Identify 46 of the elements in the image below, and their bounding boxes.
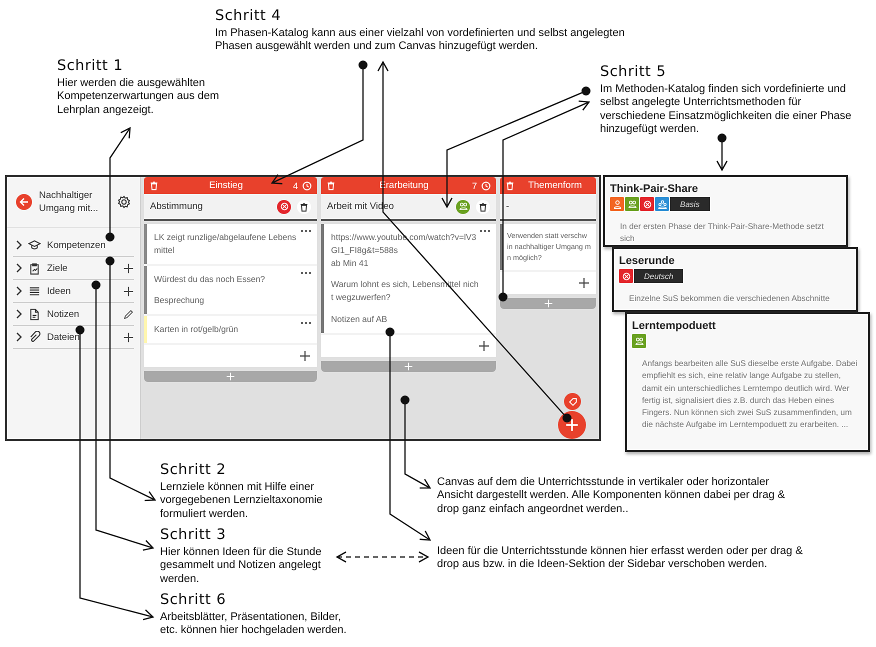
sidebar-item[interactable]: Notizen (13, 303, 134, 326)
idea-card[interactable]: Würdest du das noch Essen? Besprechung (144, 266, 317, 316)
method-card[interactable]: Leserunde Deutsch Einzelne SuS bekommen die verschiedenen Abschnitte (612, 247, 858, 312)
step-heading: Schritt 4 (215, 8, 282, 24)
method-name: Leserunde (619, 255, 676, 267)
method-title: Abstimmung (150, 201, 204, 212)
phase-title: Themenform (527, 180, 583, 191)
step-heading: Schritt 5 (600, 64, 668, 80)
idea-text: LK zeigt runzlige/abgelaufene Lebensmittel (154, 231, 298, 256)
step-heading: Schritt 3 (160, 527, 228, 543)
subject-tag: Deutsch (634, 269, 684, 283)
step-heading: Schritt 6 (160, 592, 228, 608)
method-name: Lerntempoduett (632, 320, 717, 332)
step-description: Canvas auf dem die Unterrichtsstunde in vertikaler oder horizontaler Ansicht dargestellt werden. Alle Komponenten können dabei per drag & drop ganz einfach angeordnet werden.. (437, 476, 786, 516)
method-description: Anfangs bearbeiten alle SuS dieselbe erste Aufgabe. Dabei empfiehlt es sich, eine relativ lange Aufgabe zu stellen, damit ein unterschiedliches Lerntempo deutlich wird. Wer fertig ist, signalisiert dies z.B. durch das Heben eines Fingers. Nun können sich zwei SuS zusammenfinden, um die nächste Aufgabe im Lerntempoduett zu erarbeiten. ... (642, 358, 858, 432)
method-description: In der ersten Phase der Think-Pair-Share-Methode setzt sich (620, 221, 825, 245)
method-description: Einzelne SuS bekommen die verschiedenen Abschnitte (629, 293, 831, 305)
step-description: Lernziele können mit Hilfe einer vorgegebenen Lernzieltaxonomie formuliert werden. (160, 481, 324, 522)
method-card[interactable]: Think-Pair-Share Basis In der ersten Phase der Think-Pair-Share-Methode setzt sich (603, 175, 848, 247)
duration-count: 4 (292, 180, 298, 190)
sidebar-label: Kompetenzen (47, 240, 107, 250)
idea-card[interactable]: LK zeigt runzlige/abgelaufene Lebensmittel (144, 224, 317, 266)
idea-text: ab Min 41 (331, 256, 370, 270)
idea-card[interactable]: Karten in rot/gelb/grün (144, 316, 317, 345)
duration-count: 7 (472, 180, 477, 190)
phase-title: Einstieg (208, 180, 244, 191)
method-name: Think-Pair-Share (610, 183, 700, 195)
subject-tag: Basis (670, 197, 710, 211)
sidebar-label: Ideen (47, 286, 72, 296)
step-description: Im Methoden-Katalog finden sich vordefinierte und selbst angelegte Unterrichtsmethoden für verschiedene Einsatzmöglichkeiten die einer Phase hinzugefügt werden. (600, 83, 852, 137)
step-description: Arbeitsblätter, Präsentationen, Bilder, etc. können hier hochgeladen werden. (160, 611, 348, 638)
lesson-title: Nachhaltiger Umgang mit... (39, 188, 100, 216)
idea-text: Besprechung (154, 294, 206, 307)
step-heading: Schritt 1 (57, 58, 124, 74)
step-description: Ideen für die Unterrichtsstunde können hier erfasst werden oder per drag & drop aus bzw. in die Ideen-Sektion der Sidebar verschoben werden. (437, 545, 804, 572)
step-description: Hier können Ideen für die Stunde gesammelt und Notizen angelegt werden. (160, 546, 322, 586)
sidebar-label: Ziele (47, 262, 69, 274)
step-description: Hier werden die ausgewählten Kompetenzerwartungen aus dem Lehrplan angezeigt. (57, 77, 220, 118)
step-heading: Schritt 2 (160, 462, 228, 478)
method-title: - (506, 201, 510, 212)
idea-text: Würdest du das noch Essen? (154, 272, 266, 286)
sidebar-label: Notizen (47, 308, 80, 320)
step-description: Im Phasen-Katalog kann aus einer vielzahl von vordefinierten und selbst angelegten Phasen ausgewählt werden und zum Canvas hinzugefügt werden. (215, 27, 626, 54)
idea-text: Karten in rot/gelb/grün (154, 323, 238, 336)
sidebar-label: Dateien (47, 332, 81, 342)
idea-text: Notizen auf AB (331, 312, 388, 326)
